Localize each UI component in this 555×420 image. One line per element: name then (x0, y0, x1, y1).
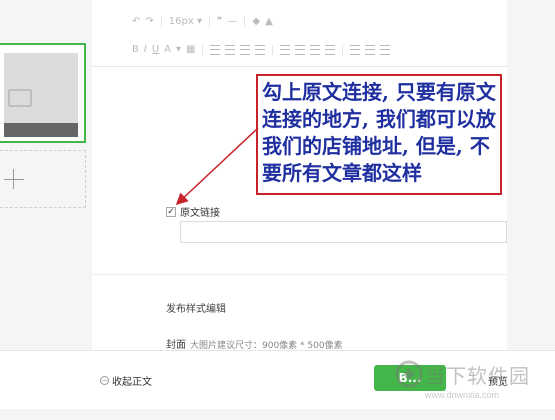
toolbar-separator (272, 44, 274, 55)
undo-icon[interactable]: ↶ (132, 16, 140, 27)
eraser-icon[interactable]: ◆ (252, 16, 260, 27)
quote-icon[interactable]: ❞ (217, 16, 222, 27)
chevron-down-icon[interactable]: ▾ (176, 44, 181, 55)
paragraph-spacing-icon[interactable] (310, 44, 321, 55)
ordered-list-icon[interactable] (350, 44, 361, 55)
font-color-button[interactable]: A (164, 44, 171, 55)
plus-icon (4, 179, 24, 180)
annotation-callout: 勾上原文连接, 只要有原文连接的地方, 我们都可以放我们的店铺地址, 但是, 不… (256, 74, 502, 195)
add-article-button[interactable] (0, 150, 86, 208)
underline-button[interactable]: U (152, 44, 159, 55)
line-height-icon[interactable] (295, 44, 306, 55)
align-justify-icon[interactable] (255, 44, 266, 55)
letter-spacing-icon[interactable] (325, 44, 336, 55)
background-color-icon[interactable]: ▦ (186, 44, 195, 55)
font-size-value: 16px (168, 16, 194, 27)
original-link-url-input[interactable] (180, 221, 507, 243)
collapse-icon: − (100, 376, 109, 385)
align-left-icon[interactable] (210, 44, 221, 55)
toolbar-row-2: B I U A ▾ ▦ (132, 44, 391, 55)
image-placeholder (4, 53, 78, 123)
horizontal-rule-icon[interactable]: — (227, 16, 237, 27)
unordered-list-icon[interactable] (365, 44, 376, 55)
collapse-body-label: 收起正文 (112, 377, 152, 388)
toolbar-separator (209, 16, 210, 27)
align-center-icon[interactable] (225, 44, 236, 55)
indent-icon[interactable] (280, 44, 291, 55)
toolbar-row-1: ↶ ↷ 16px ▾ ❞ — ◆ ▲ (132, 16, 273, 27)
publish-style-heading: 发布样式编辑 (166, 304, 226, 315)
original-link-checkbox[interactable]: ✓ (166, 206, 176, 217)
toolbar-separator (342, 44, 344, 55)
site-watermark: 当下软件园 www.downxia.com (395, 360, 555, 415)
editor-toolbar: ↶ ↷ 16px ▾ ❞ — ◆ ▲ B I U A ▾ ▦ (92, 0, 507, 67)
watermark-url: www.downxia.com (425, 390, 500, 400)
image-placeholder-icon (8, 89, 32, 107)
table-icon[interactable] (380, 44, 391, 55)
divider (92, 274, 507, 275)
original-link-label: 原文链接 (180, 208, 220, 219)
collapse-body-link[interactable]: − 收起正文 (100, 373, 152, 388)
watermark-brand: 当下软件园 (425, 364, 530, 388)
italic-button[interactable]: I (144, 44, 147, 55)
cover-row: 封面 大图片建议尺寸：900像素 * 500像素 (166, 336, 343, 351)
toolbar-separator (244, 16, 246, 27)
align-right-icon[interactable] (240, 44, 251, 55)
format-painter-icon[interactable]: ▲ (265, 16, 273, 27)
original-link-option[interactable]: ✓ 原文链接 (166, 204, 220, 219)
bold-button[interactable]: B (132, 44, 139, 55)
font-size-select[interactable]: 16px ▾ (169, 16, 202, 27)
plus-icon-stroke (13, 169, 14, 189)
watermark-logo-icon (395, 360, 423, 388)
article-thumbnail-card[interactable] (0, 43, 86, 143)
toolbar-separator (160, 16, 162, 27)
toolbar-separator (202, 44, 204, 55)
chevron-down-icon: ▾ (196, 16, 202, 27)
redo-icon[interactable]: ↷ (145, 16, 153, 27)
article-list-sidebar (0, 0, 92, 350)
thumbnail-title-bar (4, 123, 78, 137)
